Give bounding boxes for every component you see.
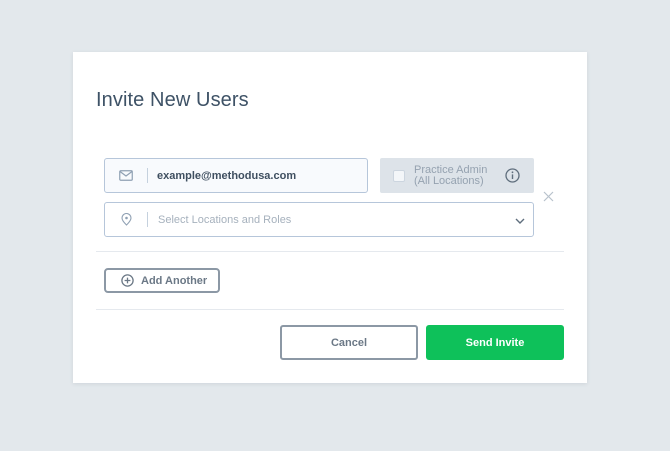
chevron-down-icon[interactable] — [514, 214, 526, 226]
location-select-placeholder: Select Locations and Roles — [158, 213, 292, 226]
practice-admin-option: Practice Admin (All Locations) — [380, 158, 534, 193]
info-icon[interactable] — [505, 168, 520, 183]
send-invite-button[interactable]: Send Invite — [426, 325, 564, 360]
section-divider — [96, 251, 564, 252]
cancel-button[interactable]: Cancel — [280, 325, 418, 360]
practice-admin-label: Practice Admin (All Locations) — [414, 164, 487, 187]
invite-users-modal: Invite New Users example@methodusa.com P… — [73, 52, 587, 383]
close-icon[interactable] — [543, 189, 554, 202]
email-value[interactable]: example@methodusa.com — [148, 170, 296, 182]
add-another-label: Add Another — [141, 274, 208, 287]
location-pin-icon — [105, 203, 147, 236]
plus-circle-icon — [121, 274, 134, 287]
add-another-button[interactable]: Add Another — [104, 268, 220, 293]
location-roles-select[interactable]: Select Locations and Roles — [104, 202, 534, 237]
practice-admin-checkbox[interactable] — [393, 169, 405, 182]
practice-admin-label-line2: (All Locations) — [414, 174, 484, 187]
footer-divider — [96, 309, 564, 310]
envelope-icon — [105, 159, 147, 192]
modal-title: Invite New Users — [96, 89, 249, 111]
email-field[interactable]: example@methodusa.com — [104, 158, 368, 193]
